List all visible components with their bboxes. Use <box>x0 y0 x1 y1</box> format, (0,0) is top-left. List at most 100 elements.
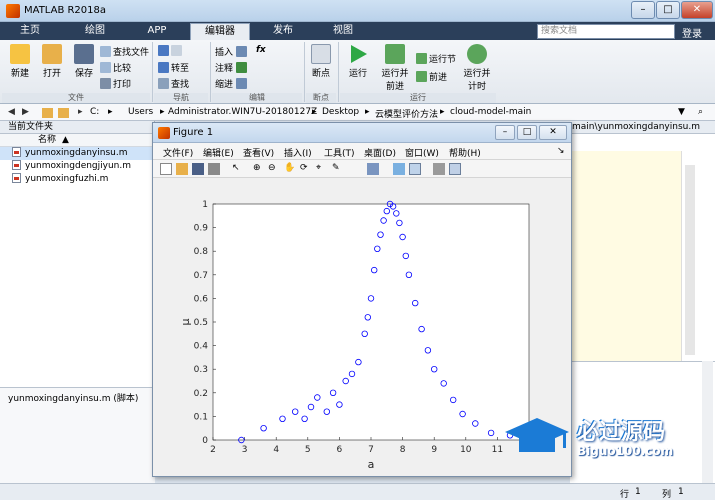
y-tick-label: 0.2 <box>194 389 208 399</box>
menu-desktop[interactable]: 桌面(D) <box>364 146 396 159</box>
maximize-button[interactable]: □ <box>656 1 680 19</box>
hide-tools-icon[interactable] <box>433 163 445 175</box>
indent-icon <box>235 78 247 89</box>
pointer-icon[interactable]: ↖ <box>232 163 244 175</box>
close-button[interactable]: ✕ <box>681 1 713 19</box>
name-column-header[interactable]: 名称 ▲ <box>0 134 154 147</box>
forward-icon[interactable]: ▶ <box>22 107 29 117</box>
col-value: 1 <box>678 487 684 497</box>
y-tick-label: 0.4 <box>194 342 209 352</box>
run-button[interactable]: 运行 <box>344 44 372 79</box>
legend-icon[interactable] <box>409 163 421 175</box>
indent-button[interactable]: 缩进 <box>215 77 249 90</box>
new-file-icon <box>10 44 30 64</box>
advance-icon <box>416 71 427 82</box>
menu-help[interactable]: 帮助(H) <box>449 146 481 159</box>
advance-label: 前进 <box>429 73 448 83</box>
insert-button[interactable]: 插入 <box>215 45 249 58</box>
find-files-button[interactable]: 查找文件 <box>100 45 149 58</box>
breadcrumb-admin[interactable]: Administrator.WIN7U-20180127Z <box>168 107 317 117</box>
tab-view[interactable]: 视图 <box>318 23 368 40</box>
show-tools-icon[interactable] <box>449 163 461 175</box>
address-bar: ◀ ▶ ▸ C: ▸ Users ▸ Administrator.WIN7U-2… <box>0 104 715 121</box>
y-tick-label: 0.1 <box>194 412 208 422</box>
back-forward-buttons[interactable] <box>158 45 184 57</box>
goto-button[interactable]: 转至 <box>158 61 189 74</box>
figure-minimize-button[interactable]: – <box>495 125 515 140</box>
tab-publish[interactable]: 发布 <box>258 23 308 40</box>
up-folder-icon[interactable] <box>42 108 53 118</box>
print-icon[interactable] <box>208 163 220 175</box>
editor-code-area[interactable] <box>570 151 682 361</box>
file-item[interactable]: yunmoxingdengjiyun.m <box>0 160 154 173</box>
run-advance-button[interactable]: 运行并前进 <box>378 44 412 92</box>
breakpoint-icon <box>311 44 331 64</box>
run-section-button[interactable]: 运行节 <box>416 52 456 65</box>
find-button[interactable]: 查找 <box>158 77 189 90</box>
breadcrumb-drive[interactable]: C: <box>90 107 99 117</box>
breadcrumb-folder[interactable]: 云模型评价方法 <box>375 107 438 120</box>
login-button[interactable]: 登录 <box>682 25 702 40</box>
zoom-out-icon[interactable]: ⊖ <box>268 163 280 175</box>
run-advance-label: 运行并前进 <box>381 69 409 92</box>
data-cursor-icon[interactable]: ⌖ <box>316 163 328 175</box>
figure-maximize-button[interactable]: □ <box>517 125 537 140</box>
file-item[interactable]: yunmoxingdanyinsu.m <box>0 147 154 160</box>
advance-button[interactable]: 前进 <box>416 70 447 83</box>
figure-titlebar[interactable]: Figure 1 – □ ✕ <box>153 123 571 143</box>
zoom-in-icon[interactable]: ⊕ <box>253 163 265 175</box>
new-button[interactable]: 新建 <box>6 44 34 79</box>
edit-group-label: 编辑 <box>212 93 302 103</box>
minimize-button[interactable]: – <box>631 1 655 19</box>
compare-button[interactable]: 比较 <box>100 61 131 74</box>
watermark-text: 必过源码 <box>577 420 666 445</box>
save-button[interactable]: 保存 <box>70 44 98 79</box>
watermark-url: Biguo100.com <box>577 444 674 458</box>
save-icon[interactable] <box>192 163 204 175</box>
open-button[interactable]: 打开 <box>38 44 66 79</box>
divider <box>152 42 153 102</box>
fx-button[interactable]: fx <box>256 45 266 55</box>
link-plot-icon[interactable] <box>367 163 379 175</box>
run-label: 运行 <box>348 69 367 79</box>
arrow-right-icon <box>171 45 182 56</box>
address-dropdown-icon[interactable]: ▼ <box>678 107 685 117</box>
tab-apps[interactable]: APP <box>132 23 182 40</box>
back-icon[interactable]: ◀ <box>8 107 15 117</box>
menu-insert[interactable]: 插入(I) <box>284 146 312 159</box>
pan-icon[interactable]: ✋ <box>284 163 296 175</box>
tab-plots[interactable]: 绘图 <box>70 23 120 40</box>
print-label: 打印 <box>113 80 132 90</box>
file-item[interactable]: yunmoxingfuzhi.m <box>0 173 154 186</box>
menu-tools[interactable]: 工具(T) <box>324 146 355 159</box>
run-time-button[interactable]: 运行并计时 <box>462 44 492 92</box>
colorbar-icon[interactable] <box>393 163 405 175</box>
editor-scrollbar[interactable] <box>685 165 695 355</box>
breadcrumb-users[interactable]: Users <box>128 107 153 117</box>
menu-file[interactable]: 文件(F) <box>163 146 193 159</box>
print-button[interactable]: 打印 <box>100 77 131 90</box>
rotate-icon[interactable]: ⟳ <box>300 163 312 175</box>
new-figure-icon[interactable] <box>160 163 172 175</box>
search-docs-input[interactable]: 搜索文档 <box>537 24 675 39</box>
tab-editor[interactable]: 编辑器 <box>190 23 250 40</box>
address-search-icon[interactable]: ⌕ <box>698 107 703 117</box>
breakpoints-button[interactable]: 断点 <box>308 44 334 79</box>
brush-icon[interactable]: ✎ <box>332 163 344 175</box>
breadcrumb-desktop[interactable]: Desktop <box>322 107 359 117</box>
menu-view[interactable]: 查看(V) <box>243 146 274 159</box>
comment-button[interactable]: 注释 <box>215 61 249 74</box>
menu-edit[interactable]: 编辑(E) <box>203 146 234 159</box>
menu-window[interactable]: 窗口(W) <box>405 146 439 159</box>
figure-close-button[interactable]: ✕ <box>539 125 567 140</box>
breadcrumb-current[interactable]: cloud-model-main <box>450 107 531 117</box>
play-icon <box>351 45 367 63</box>
divider <box>210 42 211 102</box>
tab-home[interactable]: 主页 <box>10 23 50 40</box>
compare-icon <box>100 62 111 73</box>
divider <box>304 42 305 102</box>
open-icon[interactable] <box>176 163 188 175</box>
printer-icon <box>100 78 111 89</box>
menu-dock-icon[interactable]: ↘ <box>557 146 565 156</box>
browse-folder-icon[interactable] <box>58 108 69 118</box>
